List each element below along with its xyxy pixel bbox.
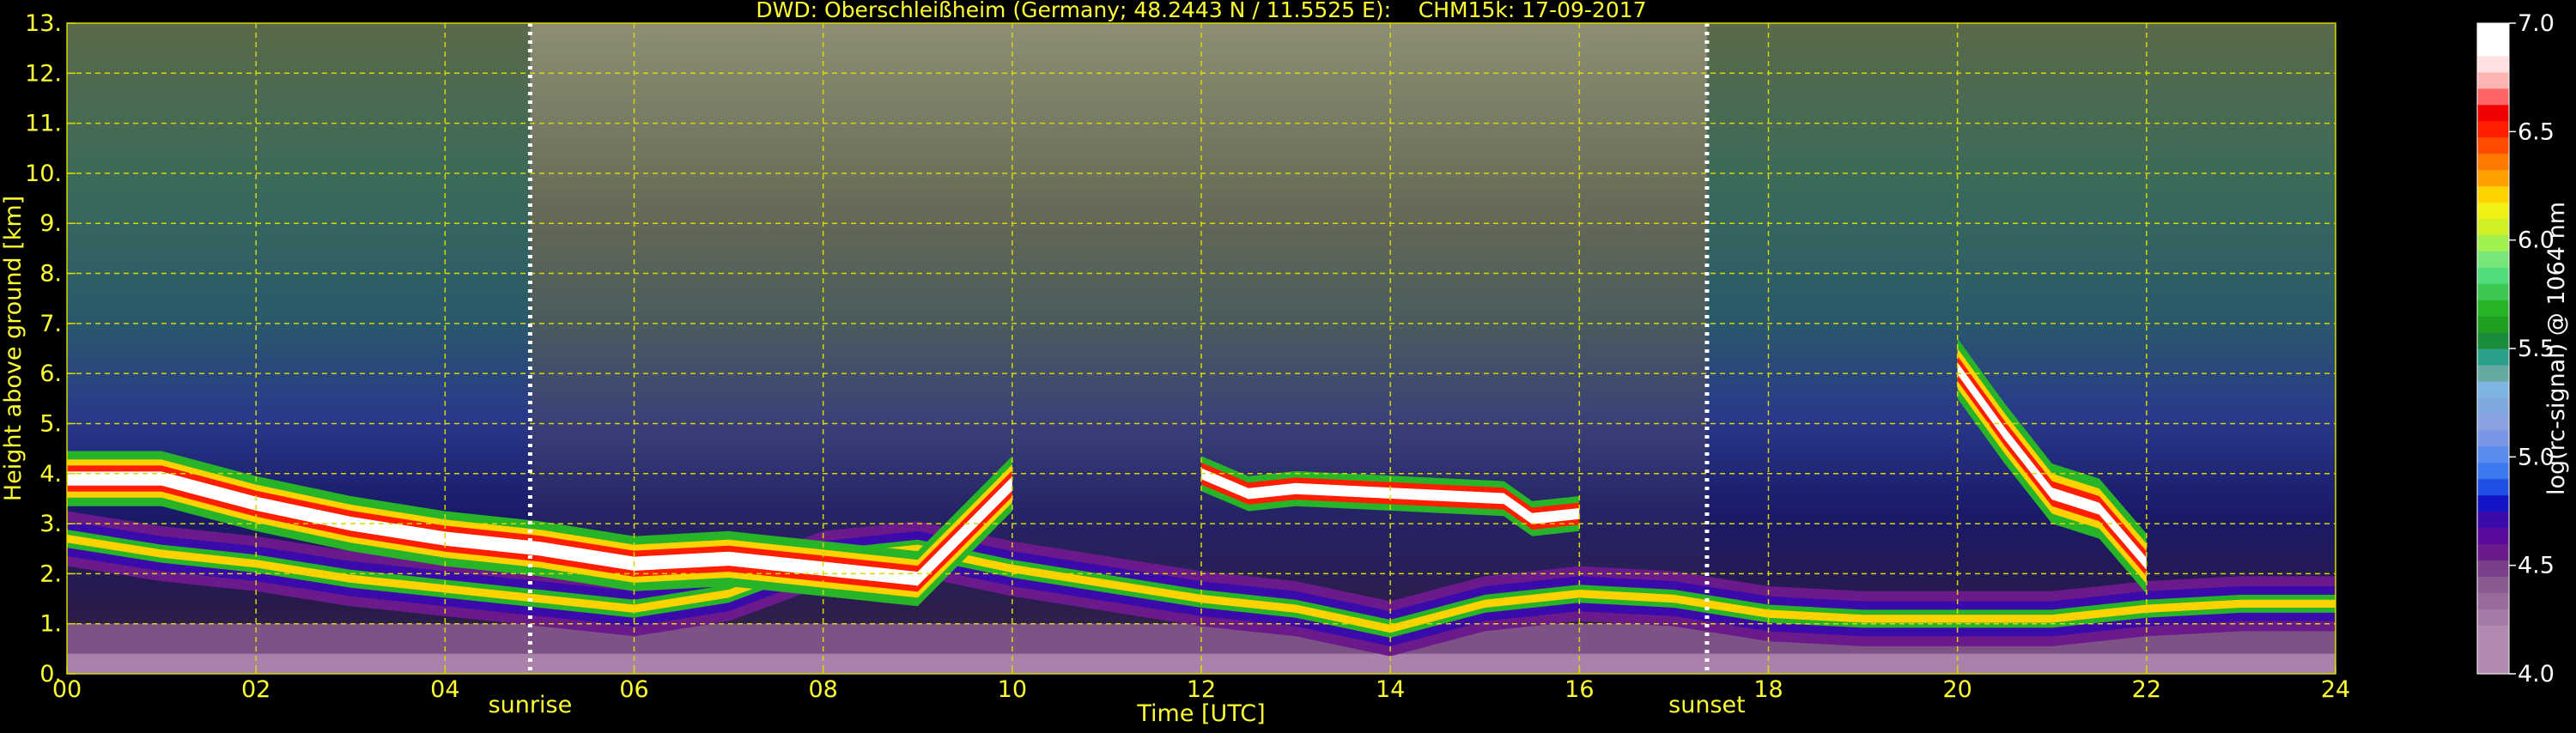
colorbar-segment <box>2477 120 2509 138</box>
x-tick-label: 20 <box>1942 676 1971 703</box>
y-tick-label: 9. <box>39 210 62 237</box>
colorbar-segment <box>2477 592 2509 609</box>
y-tick-label: 5. <box>39 410 62 437</box>
colorbar-segment <box>2477 39 2509 57</box>
colorbar-segment <box>2477 88 2509 106</box>
colorbar-segment <box>2477 185 2509 203</box>
colorbar-tick-label: 4.5 <box>2518 553 2555 579</box>
x-axis-label: Time [UTC] <box>1136 700 1265 727</box>
ceilometer-chart: sunrise sunset 00 02 04 06 08 10 12 14 16 18 20 22 24… <box>0 0 2576 730</box>
chart-svg: sunrise sunset 00 02 04 06 08 10 12 14 16 18 20 22 24… <box>0 0 2570 727</box>
colorbar-segment <box>2477 543 2509 560</box>
x-tick-label: 04 <box>430 676 459 703</box>
y-tick-label: 7. <box>39 311 62 337</box>
colorbar-segment <box>2477 657 2509 675</box>
y-tick-label: 13. <box>25 10 62 37</box>
x-tick-label: 24 <box>2321 676 2350 703</box>
colorbar-segment <box>2477 300 2509 317</box>
colorbar-segment <box>2477 560 2509 577</box>
y-tick-label: 2. <box>39 560 62 587</box>
x-tick-label: 18 <box>1753 676 1783 703</box>
colorbar-segment <box>2477 55 2509 73</box>
colorbar-segment <box>2477 234 2509 251</box>
x-tick-label: 08 <box>808 676 837 703</box>
colorbar-segment <box>2477 380 2509 398</box>
colorbar-segment <box>2477 348 2509 366</box>
x-tick-label: 16 <box>1564 676 1594 703</box>
y-tick-label: 0. <box>39 661 62 688</box>
colorbar-segment <box>2477 153 2509 171</box>
colorbar-segment <box>2477 136 2509 154</box>
colorbar-segment <box>2477 202 2509 219</box>
y-tick-label: 6. <box>39 360 62 387</box>
colorbar-segment <box>2477 316 2509 333</box>
y-tick-label: 3. <box>39 511 62 537</box>
colorbar-segment <box>2477 71 2509 89</box>
event-label-sunrise: sunrise <box>489 692 573 718</box>
colorbar-segment <box>2477 283 2509 300</box>
colorbar-segment <box>2477 397 2509 415</box>
colorbar-segment <box>2477 576 2509 593</box>
colorbar-segment <box>2477 641 2509 658</box>
y-tick-label: 4. <box>39 461 62 488</box>
x-tick-label: 02 <box>241 676 270 703</box>
colorbar-segment <box>2477 494 2509 512</box>
colorbar-segment <box>2477 332 2509 349</box>
y-tick-label: 8. <box>39 261 62 288</box>
x-tick-label: 14 <box>1376 676 1405 703</box>
colorbar-segment <box>2477 609 2509 626</box>
colorbar-tick-label: 7.0 <box>2518 10 2555 37</box>
colorbar-segment <box>2477 511 2509 529</box>
colorbar-label: log(rc-signal) @ 1064 nm <box>2543 202 2570 495</box>
colorbar-segment <box>2477 364 2509 382</box>
colorbar-segment <box>2477 625 2509 642</box>
colorbar-segment <box>2477 445 2509 463</box>
y-axis-label: Height above ground [km] <box>0 196 27 501</box>
colorbar-segment <box>2477 251 2509 268</box>
event-label-sunset: sunset <box>1668 692 1746 718</box>
colorbar-segment <box>2477 413 2509 431</box>
y-tick-label: 11. <box>25 111 62 137</box>
colorbar-segment <box>2477 218 2509 235</box>
colorbar-segment <box>2477 23 2509 40</box>
y-tick-label: 12. <box>25 60 62 87</box>
colorbar-segment <box>2477 527 2509 544</box>
y-tick-label: 10. <box>25 161 62 187</box>
colorbar-segment <box>2477 429 2509 447</box>
x-tick-label: 12 <box>1187 676 1216 703</box>
x-tick-label: 06 <box>619 676 648 703</box>
colorbar-segment <box>2477 169 2509 187</box>
colorbar-segment <box>2477 267 2509 284</box>
colorbar-segment <box>2477 104 2509 122</box>
x-tick-label: 22 <box>2132 676 2161 703</box>
colorbar-tick-label: 4.0 <box>2518 661 2555 688</box>
colorbar-tick-label: 6.5 <box>2518 118 2555 145</box>
chart-title: DWD: Oberschleißheim (Germany; 48.2443 N… <box>756 0 1646 22</box>
colorbar-segment <box>2477 462 2509 480</box>
colorbar-segment <box>2477 478 2509 496</box>
y-tick-label: 1. <box>39 611 62 638</box>
x-tick-label: 10 <box>998 676 1027 703</box>
